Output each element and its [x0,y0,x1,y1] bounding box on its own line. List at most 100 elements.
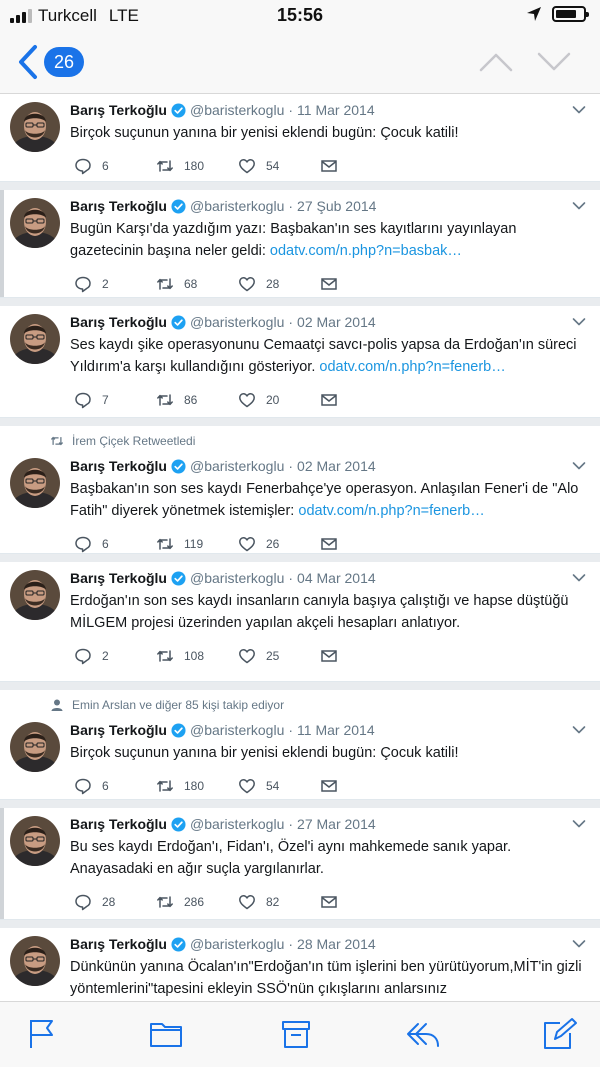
author-name[interactable]: Barış Terkoğlu [70,936,167,952]
direct-message-button[interactable] [320,535,338,553]
author-handle[interactable]: @baristerkoglu [190,936,284,952]
tweet-date[interactable]: 02 Mar 2014 [297,314,376,330]
flag-icon[interactable] [26,1017,58,1051]
author-handle[interactable]: @baristerkoglu [190,314,284,330]
reply-button[interactable]: 2 [74,275,156,293]
archive-icon[interactable] [280,1017,312,1051]
avatar[interactable] [10,458,60,508]
chevron-down-icon[interactable] [572,819,586,829]
retweet-button[interactable]: 108 [156,647,238,665]
retweet-button[interactable]: 286 [156,893,238,911]
chevron-down-icon[interactable] [572,201,586,211]
tweet-date[interactable]: 28 Mar 2014 [297,936,376,952]
message-icon[interactable] [320,535,338,553]
tweet-card[interactable]: Barış Terkoğlu @baristerkoglu · 27 Şub 2… [0,190,600,298]
author-handle[interactable]: @baristerkoglu [190,570,284,586]
direct-message-button[interactable] [320,275,338,293]
tweet-card[interactable]: Emin Arslan ve diğer 85 kişi takip ediyo… [0,690,600,800]
down-chevron-icon[interactable] [536,50,572,74]
message-icon[interactable] [320,275,338,293]
author-name[interactable]: Barış Terkoğlu [70,102,167,118]
tweet-date[interactable]: 11 Mar 2014 [297,722,375,738]
like-button[interactable]: 54 [238,777,320,795]
like-button[interactable]: 25 [238,647,320,665]
direct-message-button[interactable] [320,157,338,175]
retweet-button[interactable]: 180 [156,777,238,795]
compose-icon[interactable] [542,1017,578,1051]
tweet-card[interactable]: Barış Terkoğlu @baristerkoglu · 02 Mar 2… [0,306,600,418]
back-chevron-icon[interactable] [16,44,40,80]
message-icon[interactable] [320,777,338,795]
folder-icon[interactable] [148,1017,184,1051]
tweet-card[interactable]: Barış Terkoğlu @baristerkoglu · 27 Mar 2… [0,808,600,920]
author-name[interactable]: Barış Terkoğlu [70,314,167,330]
reply-button[interactable]: 6 [74,535,156,553]
reply-count: 7 [102,393,109,407]
retweet-button[interactable]: 68 [156,275,238,293]
author-handle[interactable]: @baristerkoglu [190,722,284,738]
reply-count: 28 [102,895,116,909]
tweet-date[interactable]: 27 Şub 2014 [297,198,376,214]
chevron-down-icon[interactable] [572,461,586,471]
author-name[interactable]: Barış Terkoğlu [70,722,167,738]
message-icon[interactable] [320,157,338,175]
avatar[interactable] [10,936,60,986]
tweet-card[interactable]: İrem Çiçek Retweetledi Barış Terkoğlu @b… [0,426,600,554]
message-icon[interactable] [320,391,338,409]
tweet-card[interactable]: Barış Terkoğlu @baristerkoglu · 28 Mar 2… [0,928,600,1001]
like-button[interactable]: 28 [238,275,320,293]
avatar[interactable] [10,816,60,866]
author-handle[interactable]: @baristerkoglu [190,198,284,214]
tweet-card[interactable]: Barış Terkoğlu @baristerkoglu · 04 Mar 2… [0,562,600,682]
direct-message-button[interactable] [320,391,338,409]
tweet-feed[interactable]: Barış Terkoğlu @baristerkoglu · 11 Mar 2… [0,94,600,1001]
reply-button[interactable]: 6 [74,777,156,795]
chevron-down-icon[interactable] [572,105,586,115]
retweet-button[interactable]: 86 [156,391,238,409]
chevron-down-icon[interactable] [572,725,586,735]
tweet-card[interactable]: Barış Terkoğlu @baristerkoglu · 11 Mar 2… [0,94,600,182]
avatar[interactable] [10,102,60,152]
tweet-date[interactable]: 27 Mar 2014 [297,816,376,832]
retweet-button[interactable]: 119 [156,535,238,553]
like-button[interactable]: 54 [238,157,320,175]
avatar[interactable] [10,314,60,364]
author-name[interactable]: Barış Terkoğlu [70,458,167,474]
separator-dot: · [288,570,294,586]
reply-button[interactable]: 6 [74,157,156,175]
message-icon[interactable] [320,647,338,665]
up-chevron-icon[interactable] [478,50,514,74]
chevron-down-icon[interactable] [572,317,586,327]
tweet-link[interactable]: odatv.com/n.php?n=fenerb… [298,503,484,519]
chevron-down-icon[interactable] [572,939,586,949]
author-name[interactable]: Barış Terkoğlu [70,198,167,214]
message-icon[interactable] [320,893,338,911]
reply-button[interactable]: 28 [74,893,156,911]
direct-message-button[interactable] [320,777,338,795]
like-button[interactable]: 20 [238,391,320,409]
reply-button[interactable]: 2 [74,647,156,665]
tweet-date[interactable]: 11 Mar 2014 [297,102,375,118]
avatar[interactable] [10,722,60,772]
author-handle[interactable]: @baristerkoglu [190,102,284,118]
unread-count-badge[interactable]: 26 [44,47,85,77]
chevron-down-icon[interactable] [572,573,586,583]
reply-button[interactable]: 7 [74,391,156,409]
retweet-button[interactable]: 180 [156,157,238,175]
tweet-date[interactable]: 02 Mar 2014 [297,458,376,474]
retweet-icon [157,780,173,792]
tweet-link[interactable]: odatv.com/n.php?n=fenerb… [319,359,505,375]
author-handle[interactable]: @baristerkoglu [190,816,284,832]
avatar[interactable] [10,198,60,248]
author-handle[interactable]: @baristerkoglu [190,458,284,474]
avatar[interactable] [10,570,60,620]
tweet-link[interactable]: odatv.com/n.php?n=basbak… [270,243,462,259]
tweet-date[interactable]: 04 Mar 2014 [297,570,376,586]
author-name[interactable]: Barış Terkoğlu [70,570,167,586]
like-button[interactable]: 26 [238,535,320,553]
reply-toolbar-icon[interactable] [404,1017,442,1051]
direct-message-button[interactable] [320,893,338,911]
like-button[interactable]: 82 [238,893,320,911]
direct-message-button[interactable] [320,647,338,665]
author-name[interactable]: Barış Terkoğlu [70,816,167,832]
